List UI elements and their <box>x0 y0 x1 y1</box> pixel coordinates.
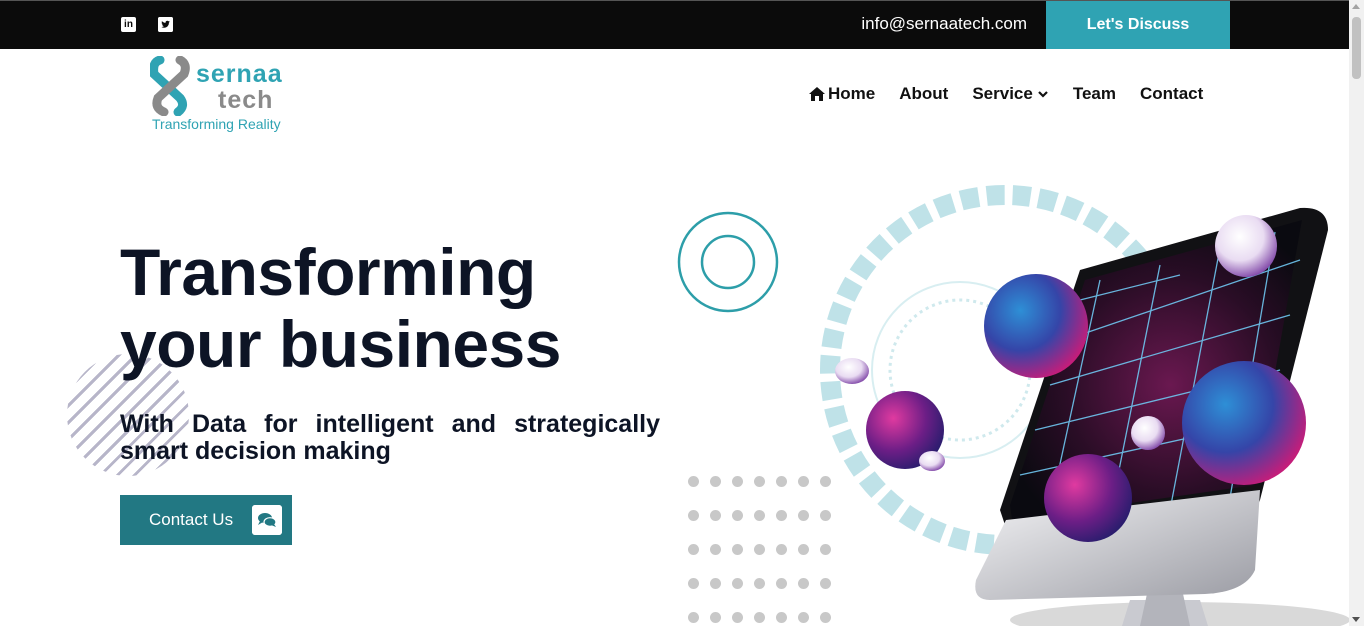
hero-title-line-1: Transforming <box>120 235 536 309</box>
nav-label-service: Service <box>972 84 1033 103</box>
logo-wordmark-primary: sernaa <box>196 60 283 88</box>
hero-subtitle: With Data for intelligent and strategica… <box>120 410 660 465</box>
contact-email-link[interactable]: info@sernaatech.com <box>861 14 1027 34</box>
scroll-down-icon[interactable] <box>1352 617 1360 622</box>
page-scrollbar[interactable] <box>1349 0 1364 626</box>
nav-item-contact[interactable]: Contact <box>1140 84 1203 104</box>
scrollbar-thumb[interactable] <box>1352 17 1361 79</box>
logo-wordmark-secondary: tech <box>218 86 274 114</box>
chevron-down-icon <box>1038 91 1048 98</box>
top-bar: in info@sernaatech.com Let's Discuss <box>0 0 1349 49</box>
nav-item-home[interactable]: Home <box>808 84 875 104</box>
site-logo[interactable]: sernaa tech Transforming Reality <box>150 56 320 136</box>
nav-label-team: Team <box>1072 84 1116 103</box>
nav-item-about[interactable]: About <box>899 84 948 104</box>
logo-mark-icon <box>150 56 190 116</box>
hero-title-line-2: your business <box>120 307 561 381</box>
scroll-up-icon[interactable] <box>1352 4 1360 9</box>
nav-label-contact: Contact <box>1139 84 1204 103</box>
main-nav: Home About Service Team Contact <box>808 84 1203 104</box>
nav-label-home: Home <box>828 84 876 103</box>
nav-item-service[interactable]: Service <box>972 84 1049 104</box>
hero-title: Transforming your business <box>120 236 561 380</box>
contact-us-label: Contact Us <box>149 510 234 529</box>
contact-us-button[interactable]: Contact Us <box>120 495 292 545</box>
lets-discuss-button[interactable]: Let's Discuss <box>1046 1 1230 49</box>
nav-item-team[interactable]: Team <box>1073 84 1116 104</box>
linkedin-icon[interactable]: in <box>121 17 136 32</box>
nav-label-about: About <box>899 84 949 103</box>
twitter-icon[interactable] <box>158 17 173 32</box>
hero-illustration <box>677 185 1349 626</box>
logo-tagline: Transforming Reality <box>152 116 281 132</box>
home-icon <box>809 87 825 101</box>
chat-icon <box>252 505 282 535</box>
